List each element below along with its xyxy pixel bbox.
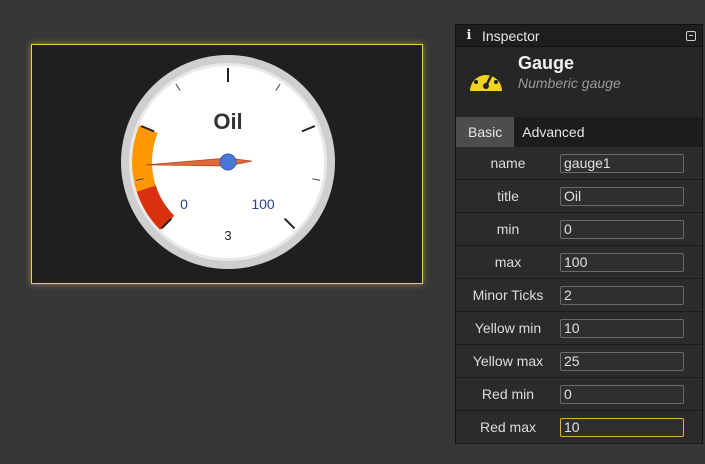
gauge-title: Oil bbox=[213, 109, 242, 134]
title-input[interactable] bbox=[560, 186, 684, 206]
name-input[interactable] bbox=[560, 153, 684, 173]
component-header: Gauge Numberic gauge bbox=[456, 47, 702, 117]
max-input[interactable] bbox=[560, 252, 684, 272]
property-label: Yellow min bbox=[474, 320, 542, 336]
property-label: Red max bbox=[479, 419, 537, 435]
property-label: Yellow max bbox=[472, 353, 544, 369]
property-label: min bbox=[496, 221, 520, 237]
property-row-red-max: Red max bbox=[456, 411, 702, 444]
tab-advanced[interactable]: Advanced bbox=[514, 117, 592, 147]
gauge-component-frame[interactable]: Oil 0 100 3 bbox=[31, 44, 423, 284]
property-row-yellow-max: Yellow max bbox=[456, 345, 702, 378]
red-max-input[interactable] bbox=[560, 417, 684, 437]
property-label: name bbox=[490, 155, 526, 171]
info-icon: i bbox=[466, 28, 472, 43]
property-label: max bbox=[494, 254, 522, 270]
property-label: title bbox=[497, 188, 519, 204]
inspector-panel: i Inspector Gauge Numberic gauge Basic A… bbox=[455, 24, 703, 444]
yellow-max-input[interactable] bbox=[560, 351, 684, 371]
collapse-icon[interactable] bbox=[686, 30, 696, 41]
gauge-value-label: 3 bbox=[224, 228, 231, 243]
inspector-tabs: Basic Advanced bbox=[456, 117, 702, 147]
tab-basic[interactable]: Basic bbox=[456, 117, 515, 147]
gauge-max-label: 100 bbox=[251, 196, 275, 212]
gauge-icon bbox=[470, 69, 502, 91]
gauge-min-label: 0 bbox=[180, 196, 188, 212]
property-row-name: name bbox=[456, 147, 702, 180]
minor-ticks-input[interactable] bbox=[560, 285, 684, 305]
inspector-titlebar: i Inspector bbox=[456, 25, 702, 47]
yellow-min-input[interactable] bbox=[560, 318, 684, 338]
min-input[interactable] bbox=[560, 219, 684, 239]
property-label: Red min bbox=[481, 386, 535, 402]
component-name: Gauge bbox=[518, 53, 575, 73]
property-row-minor-ticks: Minor Ticks bbox=[456, 279, 702, 312]
component-description: Numberic gauge bbox=[518, 75, 621, 91]
property-row-yellow-min: Yellow min bbox=[456, 312, 702, 345]
property-row-min: min bbox=[456, 213, 702, 246]
property-row-max: max bbox=[456, 246, 702, 279]
inspector-title: Inspector bbox=[482, 27, 540, 44]
property-row-title: title bbox=[456, 180, 702, 213]
property-label: Minor Ticks bbox=[472, 287, 544, 303]
gauge-widget: Oil 0 100 3 bbox=[121, 55, 335, 269]
gauge-hub bbox=[219, 153, 237, 171]
red-min-input[interactable] bbox=[560, 384, 684, 404]
property-row-red-min: Red min bbox=[456, 378, 702, 411]
